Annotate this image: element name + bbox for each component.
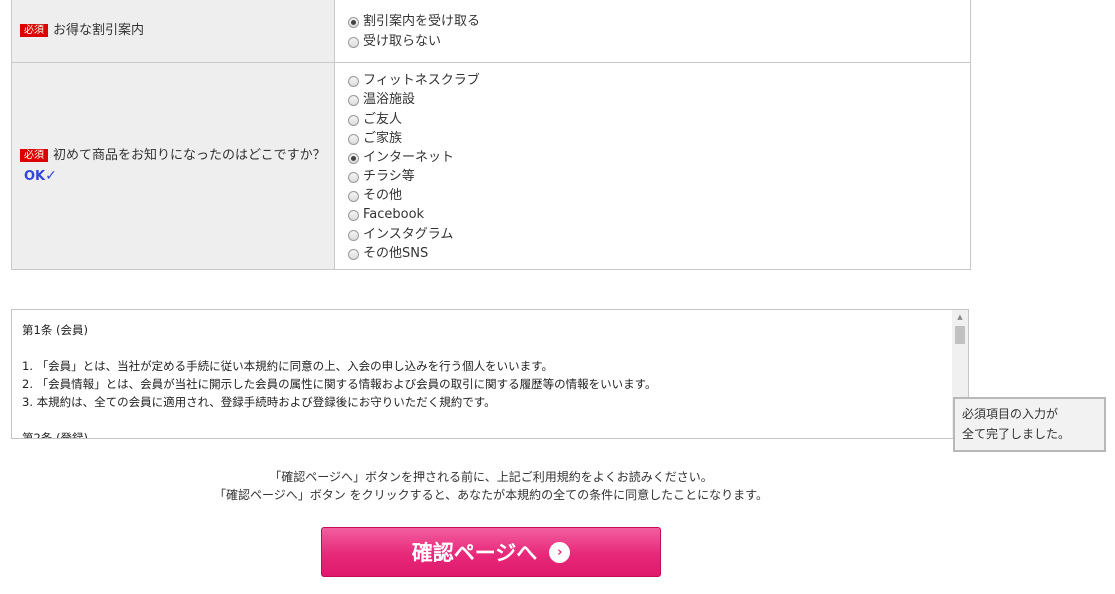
radio-label: チラシ等 (363, 169, 415, 185)
tooltip-line: 必須項目の入力が (962, 407, 1059, 421)
radio-option[interactable]: インターネット (348, 148, 970, 167)
discount-label-cell: 必須 お得な割引案内 (11, 0, 335, 63)
discount-options: 割引案内を受け取る 受け取らない (334, 0, 971, 63)
notice-line: 「確認ページへ」ボタン をクリックすると、あなたが本規約の全ての条件に同意したこ… (214, 488, 768, 502)
terms-content: 第1条 (会員) 1. 「会員」とは、当社が定める手続に従い本規約に同意の上、入… (12, 310, 968, 439)
source-label: 初めて商品をお知りになったのはどこですか？ (53, 148, 326, 163)
terms-line: 第1条 (会員) (22, 323, 88, 337)
required-badge: 必須 (20, 149, 48, 162)
radio-option[interactable]: 割引案内を受け取る (348, 12, 970, 31)
radio-option[interactable]: インスタグラム (348, 225, 970, 244)
terms-line (22, 411, 958, 429)
terms-line: 第2条 (登録) (22, 431, 88, 439)
radio-label: 温浴施設 (363, 92, 416, 108)
radio-button[interactable] (348, 210, 359, 222)
discount-row: 必須 お得な割引案内 割引案内を受け取る 受け取らない (11, 0, 971, 63)
radio-option[interactable]: フィットネスクラブ (348, 71, 970, 90)
discount-label: お得な割引案内 (53, 23, 145, 38)
radio-label: インターネット (363, 149, 455, 165)
radio-label: ご家族 (363, 130, 403, 146)
scroll-up-arrow-icon[interactable]: ▲ (952, 310, 968, 324)
terms-line (22, 339, 958, 357)
radio-label: インスタグラム (363, 226, 454, 242)
source-options: フィットネスクラブ 温浴施設 ご友人 ご家族 インターネット チラシ等 その他 … (334, 62, 971, 270)
confirm-button-label: 確認ページへ (411, 541, 538, 565)
arrow-right-circle-icon: › (549, 541, 571, 563)
radio-option[interactable]: ご家族 (348, 129, 970, 148)
radio-button[interactable] (348, 36, 359, 48)
radio-option[interactable]: 温浴施設 (348, 90, 970, 109)
terms-textarea[interactable]: 第1条 (会員) 1. 「会員」とは、当社が定める手続に従い本規約に同意の上、入… (11, 309, 969, 439)
radio-option[interactable]: ご友人 (348, 109, 970, 128)
notice-line: 「確認ページへ」ボタンを押される前に、上記ご利用規約をよくお読みください。 (269, 470, 713, 484)
source-label-cell: 必須 初めて商品をお知りになったのはどこですか？ OK✓ (11, 62, 335, 270)
radio-option[interactable]: その他 (348, 186, 970, 205)
radio-button[interactable] (348, 95, 359, 107)
radio-label: Facebook (363, 207, 425, 223)
radio-label: フィットネスクラブ (363, 73, 480, 89)
radio-button[interactable] (348, 17, 359, 29)
source-row: 必須 初めて商品をお知りになったのはどこですか？ OK✓ フィットネスクラブ 温浴施… (11, 62, 971, 270)
completion-tooltip: 必須項目の入力が 全て完了しました。 (953, 397, 1106, 452)
check-icon: ✓ (45, 168, 57, 184)
radio-label: ご友人 (363, 111, 403, 127)
radio-label: その他SNS (363, 245, 429, 261)
radio-option[interactable]: Facebook (348, 205, 970, 224)
radio-button[interactable] (348, 133, 359, 145)
confirm-page-button[interactable]: 確認ページへ › (321, 527, 661, 577)
form-table: 必須 お得な割引案内 割引案内を受け取る 受け取らない 必須 初めて商品をお知りにな… (11, 0, 971, 270)
radio-option[interactable]: チラシ等 (348, 167, 970, 186)
scroll-thumb[interactable] (955, 326, 965, 344)
terms-line: 3. 本規約は、全ての会員に適用され、登録手続時および登録後にお守りいただく規約… (22, 395, 496, 409)
radio-label: 受け取らない (363, 33, 442, 49)
radio-button[interactable] (348, 191, 359, 203)
radio-label: 割引案内を受け取る (363, 14, 481, 30)
radio-button[interactable] (348, 76, 359, 88)
radio-button[interactable] (348, 229, 359, 241)
radio-option[interactable]: 受け取らない (348, 32, 970, 51)
terms-notice: 「確認ページへ」ボタンを押される前に、上記ご利用規約をよくお読みください。 「確… (0, 468, 982, 504)
radio-button[interactable] (348, 248, 359, 260)
radio-option[interactable]: その他SNS (348, 244, 970, 263)
terms-line: 2. 「会員情報」とは、会員が当社に開示した会員の属性に関する情報および会員の取… (22, 377, 657, 391)
radio-button[interactable] (348, 152, 359, 164)
radio-button[interactable] (348, 114, 359, 126)
radio-label: その他 (363, 188, 403, 204)
terms-line: 1. 「会員」とは、当社が定める手続に従い本規約に同意の上、入会の申し込みを行う… (22, 359, 553, 373)
tooltip-line: 全て完了しました。 (962, 427, 1071, 441)
ok-status: OK (24, 169, 46, 184)
required-badge: 必須 (20, 24, 48, 37)
radio-button[interactable] (348, 172, 359, 184)
